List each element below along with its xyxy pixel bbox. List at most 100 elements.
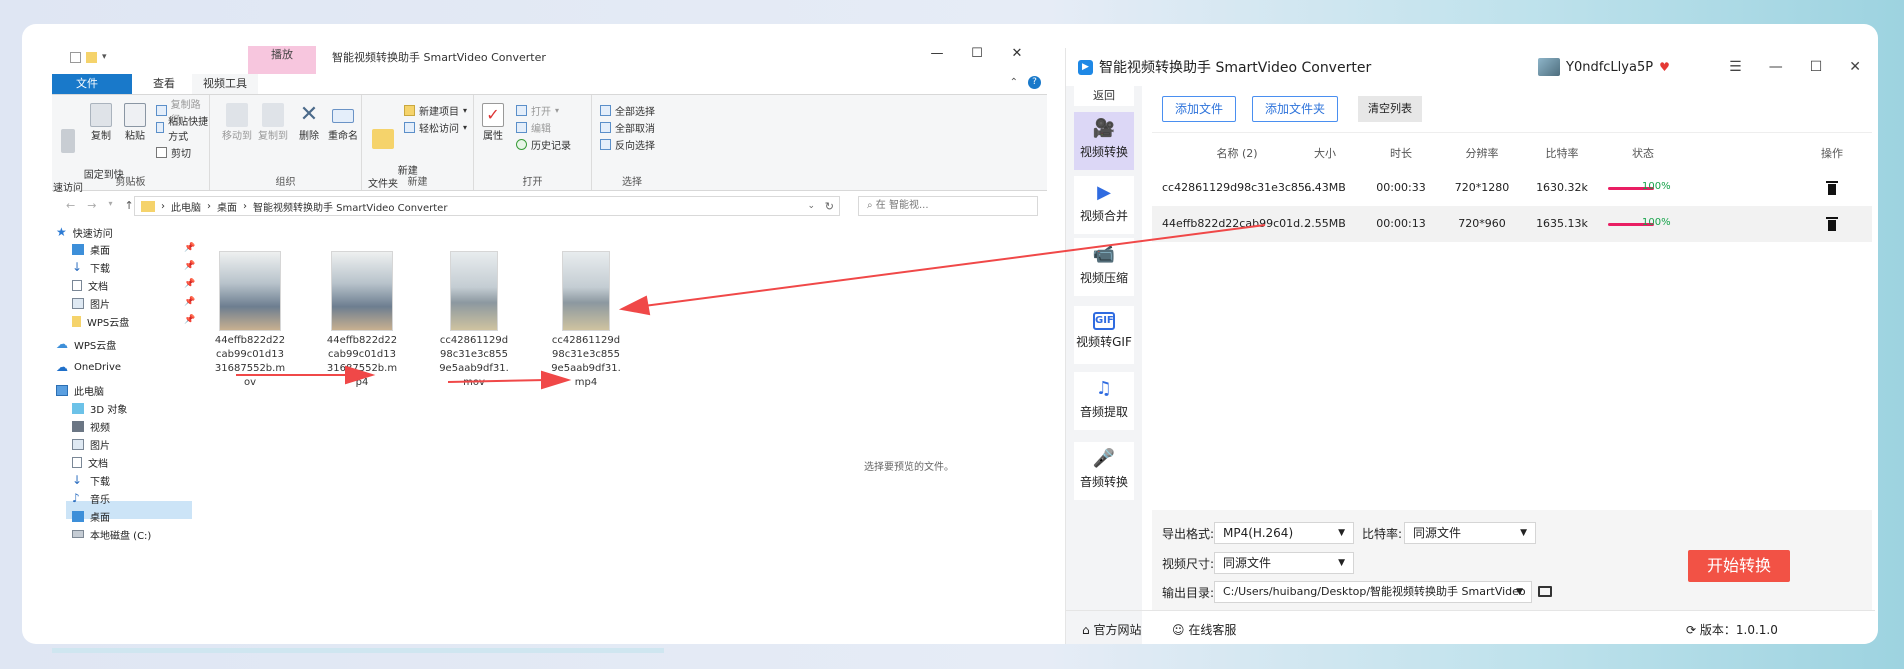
delete-button[interactable]: ✕ 删除 [294, 103, 324, 143]
breadcrumb-current-folder[interactable]: 智能视频转换助手 SmartVideo Converter [253, 199, 447, 214]
start-convert-button[interactable]: 开始转换 [1688, 550, 1790, 582]
select-none-button[interactable]: 全部取消 [600, 120, 655, 135]
paste-button[interactable]: 粘贴 [120, 103, 150, 143]
pin-icon[interactable]: 📌 [184, 315, 195, 325]
trash-icon[interactable] [1826, 179, 1838, 195]
breadcrumb-desktop[interactable]: 桌面 [217, 199, 237, 214]
close-button[interactable]: ✕ [997, 46, 1037, 61]
nav-audio-convert[interactable]: 🎤 音频转换 [1074, 442, 1134, 500]
minimize-button[interactable]: — [1769, 59, 1783, 75]
file-item[interactable]: 44effb822d22cab99c01d1331687552b.mp4 [322, 251, 402, 390]
file-item[interactable]: cc42861129d98c31e3c8559e5aab9df31.mp4 [546, 251, 626, 390]
tree-quick-access[interactable]: ★ 快速访问 [56, 224, 113, 240]
size-select[interactable]: 同源文件 ▼ [1214, 552, 1354, 574]
nav-audio-extract[interactable]: ♫ 音频提取 [1074, 372, 1134, 430]
menu-icon[interactable]: ☰ [1729, 59, 1742, 75]
tab-file[interactable]: 文件 [52, 74, 132, 94]
quick-access-toolbar: ▾ [70, 52, 110, 63]
recent-dropdown-icon[interactable]: ▾ [108, 199, 112, 212]
maximize-button[interactable]: ☐ [1810, 59, 1823, 75]
refresh-icon[interactable]: ↻ [825, 200, 834, 213]
folder-icon[interactable] [86, 52, 97, 63]
tree-onedrive[interactable]: ☁ OneDrive [56, 359, 121, 375]
properties-button[interactable]: ✓ 属性 [478, 103, 508, 143]
tree-quick-access-label: 快速访问 [72, 228, 113, 240]
cut-button[interactable]: 剪切 [156, 145, 191, 160]
tree-wps-cloud[interactable]: ☁ WPS云盘 [56, 336, 116, 352]
tree-item-documents[interactable]: 文档 [72, 277, 108, 293]
pin-icon[interactable]: 📌 [184, 297, 195, 307]
nav-video-merge[interactable]: ▶ 视频合并 [1074, 176, 1134, 234]
user-info[interactable]: Y0ndfcLlya5P ♥ [1538, 58, 1670, 76]
address-input[interactable]: › 此电脑 › 桌面 › 智能视频转换助手 SmartVideo Convert… [134, 196, 840, 216]
tree-item-local-disk[interactable]: 本地磁盘 (C:) [72, 526, 151, 542]
rename-button[interactable]: 重命名 [326, 103, 360, 143]
close-button[interactable]: ✕ [1849, 59, 1861, 75]
context-tab-play[interactable]: 播放 [248, 46, 316, 63]
tab-video-tools[interactable]: 视频工具 [192, 74, 258, 94]
tree-item-downloads[interactable]: ↓ 下载 [72, 259, 110, 275]
new-folder-button[interactable]: 新建 文件夹 [366, 103, 418, 204]
address-dropdown-icon[interactable]: ⌄ [807, 201, 815, 211]
pin-icon[interactable]: 📌 [184, 261, 195, 271]
select-all-button[interactable]: 全部选择 [600, 103, 655, 118]
easy-access-button[interactable]: 轻松访问 ▾ [404, 120, 467, 135]
table-row[interactable]: 44effb822d22cab99c01d... 2.55MB 00:00:13… [1152, 206, 1872, 242]
version-info[interactable]: ⟳ 版本：1.0.1.0 [1686, 621, 1778, 638]
edit-button[interactable]: 编辑 [516, 120, 551, 135]
add-folder-button[interactable]: 添加文件夹 [1252, 96, 1339, 122]
breadcrumb-this-pc[interactable]: 此电脑 [171, 199, 201, 214]
tree-item-pictures-pc[interactable]: 图片 [72, 436, 110, 452]
nav-video-convert[interactable]: 🎥 视频转换 [1074, 112, 1134, 170]
tree-item-3d-objects[interactable]: 3D 对象 [72, 400, 127, 416]
tree-item-desktop[interactable]: 桌面 [72, 241, 110, 257]
copy-to-button[interactable]: 复制到 [256, 103, 290, 143]
help-icon[interactable]: ? [1028, 76, 1041, 89]
tree-this-pc[interactable]: 此电脑 [56, 382, 104, 398]
tree-item-desktop-pc[interactable]: 桌面 [72, 508, 110, 524]
tree-item-wps-quick[interactable]: WPS云盘 [72, 313, 129, 329]
table-row[interactable]: cc42861129d98c31e3c85... 6.43MB 00:00:33… [1152, 170, 1872, 206]
collapse-ribbon-icon[interactable]: ⌃ [1010, 77, 1018, 88]
bitrate-select[interactable]: 同源文件 ▼ [1404, 522, 1536, 544]
home-icon: ⌂ [1082, 623, 1094, 637]
move-to-button[interactable]: 移动到 [220, 103, 254, 143]
open-folder-icon[interactable] [1538, 586, 1552, 597]
tree-item-downloads-pc[interactable]: ↓ 下载 [72, 472, 110, 488]
format-select[interactable]: MP4(H.264) ▼ [1214, 522, 1354, 544]
add-file-button[interactable]: 添加文件 [1162, 96, 1237, 122]
output-dir-select[interactable]: C:/Users/huibang/Desktop/智能视频转换助手 SmartV… [1214, 581, 1532, 603]
open-button[interactable]: 打开 ▾ [516, 103, 559, 118]
website-link[interactable]: ⌂ 官方网站 [1082, 621, 1141, 638]
pin-icon[interactable]: 📌 [184, 279, 195, 289]
file-item[interactable]: cc42861129d98c31e3c8559e5aab9df31.mov [434, 251, 514, 390]
properties-label: 属性 [483, 131, 503, 142]
tree-item-music[interactable]: ♪ 音乐 [72, 490, 110, 506]
pin-icon[interactable]: 📌 [184, 243, 195, 253]
up-arrow-icon[interactable]: ↑ [124, 199, 133, 212]
header-name[interactable]: 名称 (2) [1192, 145, 1282, 161]
customize-arrow-icon[interactable]: ▾ [102, 52, 110, 63]
tree-item-pictures[interactable]: 图片 [72, 295, 110, 311]
tree-item-documents-pc[interactable]: 文档 [72, 454, 108, 470]
forward-arrow-icon[interactable]: → [87, 199, 96, 212]
back-button[interactable]: 返回 [1074, 86, 1134, 106]
tab-view[interactable]: 查看 [142, 74, 186, 94]
properties-icon[interactable] [70, 52, 81, 63]
nav-video-to-gif[interactable]: GIF 视频转GIF [1074, 306, 1134, 364]
search-input[interactable]: ⌕ 在 智能视... [858, 196, 1038, 216]
back-arrow-icon[interactable]: ← [66, 199, 75, 212]
nav-video-compress[interactable]: 📹 视频压缩 [1074, 238, 1134, 296]
minimize-button[interactable]: — [917, 46, 957, 61]
file-item[interactable]: 44effb822d22cab99c01d1331687552b.mov [210, 251, 290, 390]
tree-item-videos[interactable]: 视频 [72, 418, 110, 434]
invert-selection-button[interactable]: 反向选择 [600, 137, 655, 152]
copy-button[interactable]: 复制 [86, 103, 116, 143]
paste-shortcut-button[interactable]: 粘贴快捷方式 [156, 117, 209, 143]
maximize-button[interactable]: ☐ [957, 46, 997, 61]
history-button[interactable]: 历史记录 [516, 137, 571, 152]
clear-list-button[interactable]: 清空列表 [1358, 96, 1423, 122]
customer-service-link[interactable]: ☺ 在线客服 [1172, 621, 1236, 638]
trash-icon[interactable] [1826, 215, 1838, 231]
new-item-button[interactable]: 新建项目 ▾ [404, 103, 467, 118]
